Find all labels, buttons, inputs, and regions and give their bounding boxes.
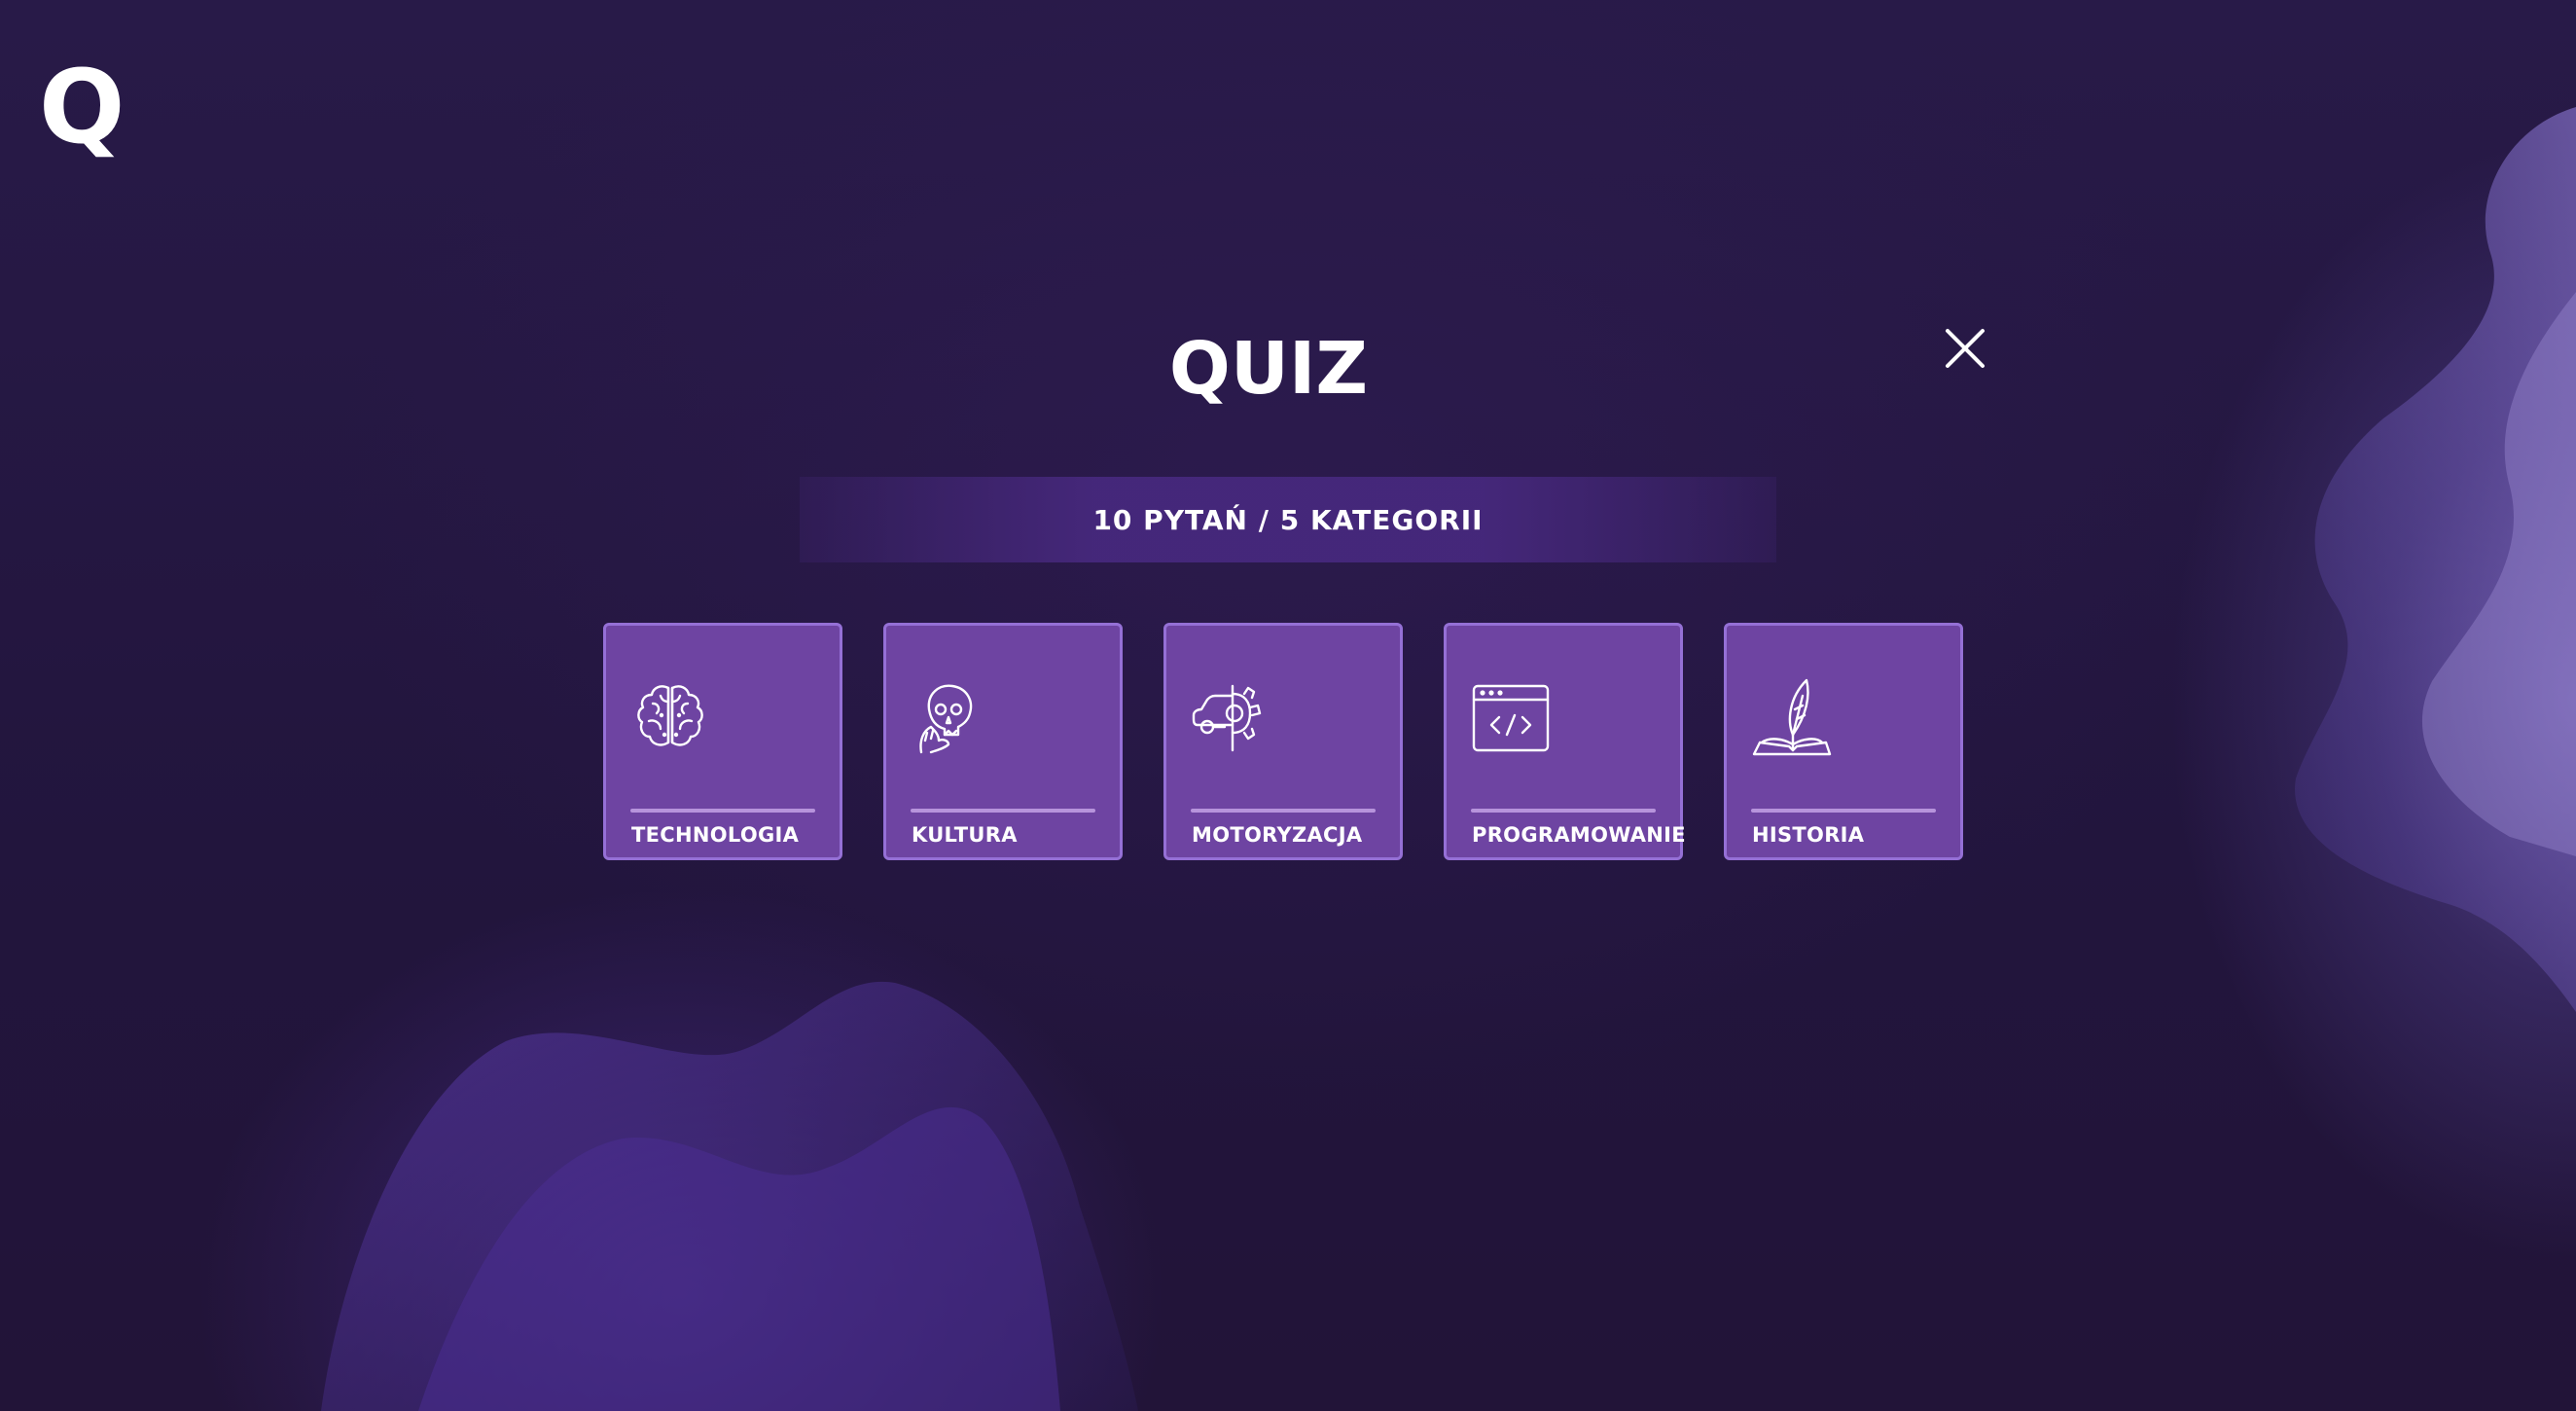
category-card-technologia[interactable]: TECHNOLOGIA xyxy=(603,623,842,860)
category-label: MOTORYZACJA xyxy=(1192,823,1363,847)
category-card-motoryzacja[interactable]: MOTORYZACJA xyxy=(1163,623,1403,860)
skull-hand-icon xyxy=(919,684,973,754)
card-divider xyxy=(1191,809,1376,813)
category-label: PROGRAMOWANIE xyxy=(1472,823,1686,847)
quiz-info-banner: 10 PYTAŃ / 5 KATEGORII xyxy=(800,477,1776,562)
category-list: TECHNOLOGIA KULTURA MOTORYZACJA PROGRAMO… xyxy=(603,623,1963,860)
category-label: TECHNOLOGIA xyxy=(631,823,800,847)
quill-book-icon xyxy=(1752,678,1832,756)
logo[interactable]: Q xyxy=(39,56,125,158)
close-icon[interactable] xyxy=(1938,321,1992,376)
category-label: HISTORIA xyxy=(1752,823,1865,847)
car-gear-icon xyxy=(1192,684,1262,752)
card-divider xyxy=(911,809,1095,813)
category-label: KULTURA xyxy=(912,823,1018,847)
category-card-programowanie[interactable]: PROGRAMOWANIE xyxy=(1444,623,1686,860)
code-window-icon xyxy=(1472,684,1550,752)
quiz-title: QUIZ xyxy=(1168,327,1369,411)
category-card-kultura[interactable]: KULTURA xyxy=(883,623,1123,860)
brain-icon xyxy=(637,685,703,746)
card-divider xyxy=(1751,809,1936,813)
quiz-subtitle: 10 PYTAŃ / 5 KATEGORII xyxy=(1092,503,1484,536)
card-divider xyxy=(1471,809,1656,813)
category-card-historia[interactable]: HISTORIA xyxy=(1724,623,1963,860)
card-divider xyxy=(630,809,815,813)
